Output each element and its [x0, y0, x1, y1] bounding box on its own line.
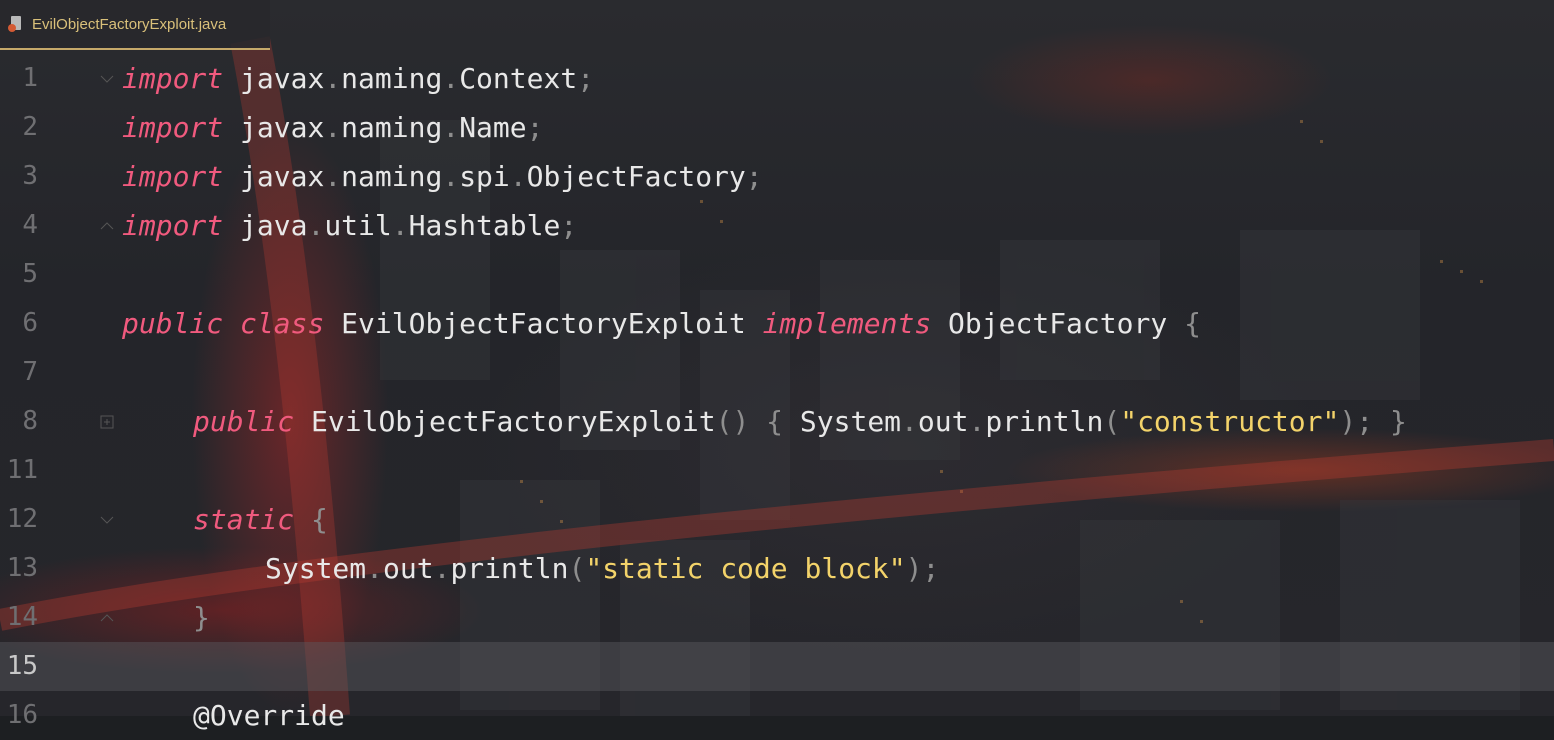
- code-line: 14 }: [0, 593, 1554, 642]
- code-text: public EvilObjectFactoryExploit() { Syst…: [193, 405, 1407, 438]
- code-text: public class EvilObjectFactoryExploit im…: [122, 307, 1201, 340]
- fold-expand-icon[interactable]: [100, 414, 114, 429]
- code-text: import java.util.Hashtable;: [122, 209, 578, 242]
- line-number: 15: [6, 651, 38, 681]
- tab-evil-object-factory-exploit[interactable]: EvilObjectFactoryExploit.java: [0, 0, 270, 50]
- code-line: 2 import javax.naming.Name;: [0, 103, 1554, 152]
- line-number: 7: [22, 357, 38, 387]
- fold-start-icon[interactable]: [100, 512, 114, 526]
- code-line: 11: [0, 446, 1554, 495]
- code-line: 12 static {: [0, 495, 1554, 544]
- line-number: 3: [22, 161, 38, 191]
- fold-end-icon[interactable]: [100, 610, 114, 624]
- line-number: 6: [22, 308, 38, 338]
- code-text: System.out.println("static code block");: [265, 552, 940, 585]
- fold-end-icon[interactable]: [100, 218, 114, 232]
- code-line: 13 System.out.println("static code block…: [0, 544, 1554, 593]
- line-number: 5: [22, 259, 38, 289]
- code-text: static {: [193, 503, 328, 536]
- editor-tab-bar: EvilObjectFactoryExploit.java: [0, 0, 1554, 50]
- code-line: 7: [0, 348, 1554, 397]
- line-number: 4: [22, 210, 38, 240]
- code-line: 5: [0, 250, 1554, 299]
- code-line: 6 public class EvilObjectFactoryExploit …: [0, 299, 1554, 348]
- current-code-line: 15: [0, 642, 1554, 691]
- tab-label: EvilObjectFactoryExploit.java: [32, 15, 227, 33]
- line-number: 12: [6, 504, 38, 534]
- code-line: 8 public EvilObjectFactoryExploit() { Sy…: [0, 397, 1554, 446]
- code-text: import javax.naming.Context;: [122, 62, 595, 95]
- line-number: 8: [22, 406, 38, 436]
- code-line: 4 import java.util.Hashtable;: [0, 201, 1554, 250]
- code-line: 3 import javax.naming.spi.ObjectFactory;: [0, 152, 1554, 201]
- java-file-icon: [8, 15, 26, 33]
- line-number: 11: [6, 455, 38, 485]
- line-number: 13: [6, 553, 38, 583]
- code-line: 1 import javax.naming.Context;: [0, 54, 1554, 103]
- line-number: 1: [22, 63, 38, 93]
- code-text: import javax.naming.spi.ObjectFactory;: [122, 160, 763, 193]
- fold-start-icon[interactable]: [100, 71, 114, 85]
- code-text: }: [193, 601, 210, 634]
- code-text: import javax.naming.Name;: [122, 111, 544, 144]
- code-editor[interactable]: 1 import javax.naming.Context; 2 import …: [0, 54, 1554, 732]
- line-number: 14: [6, 602, 38, 632]
- line-number: 2: [22, 112, 38, 142]
